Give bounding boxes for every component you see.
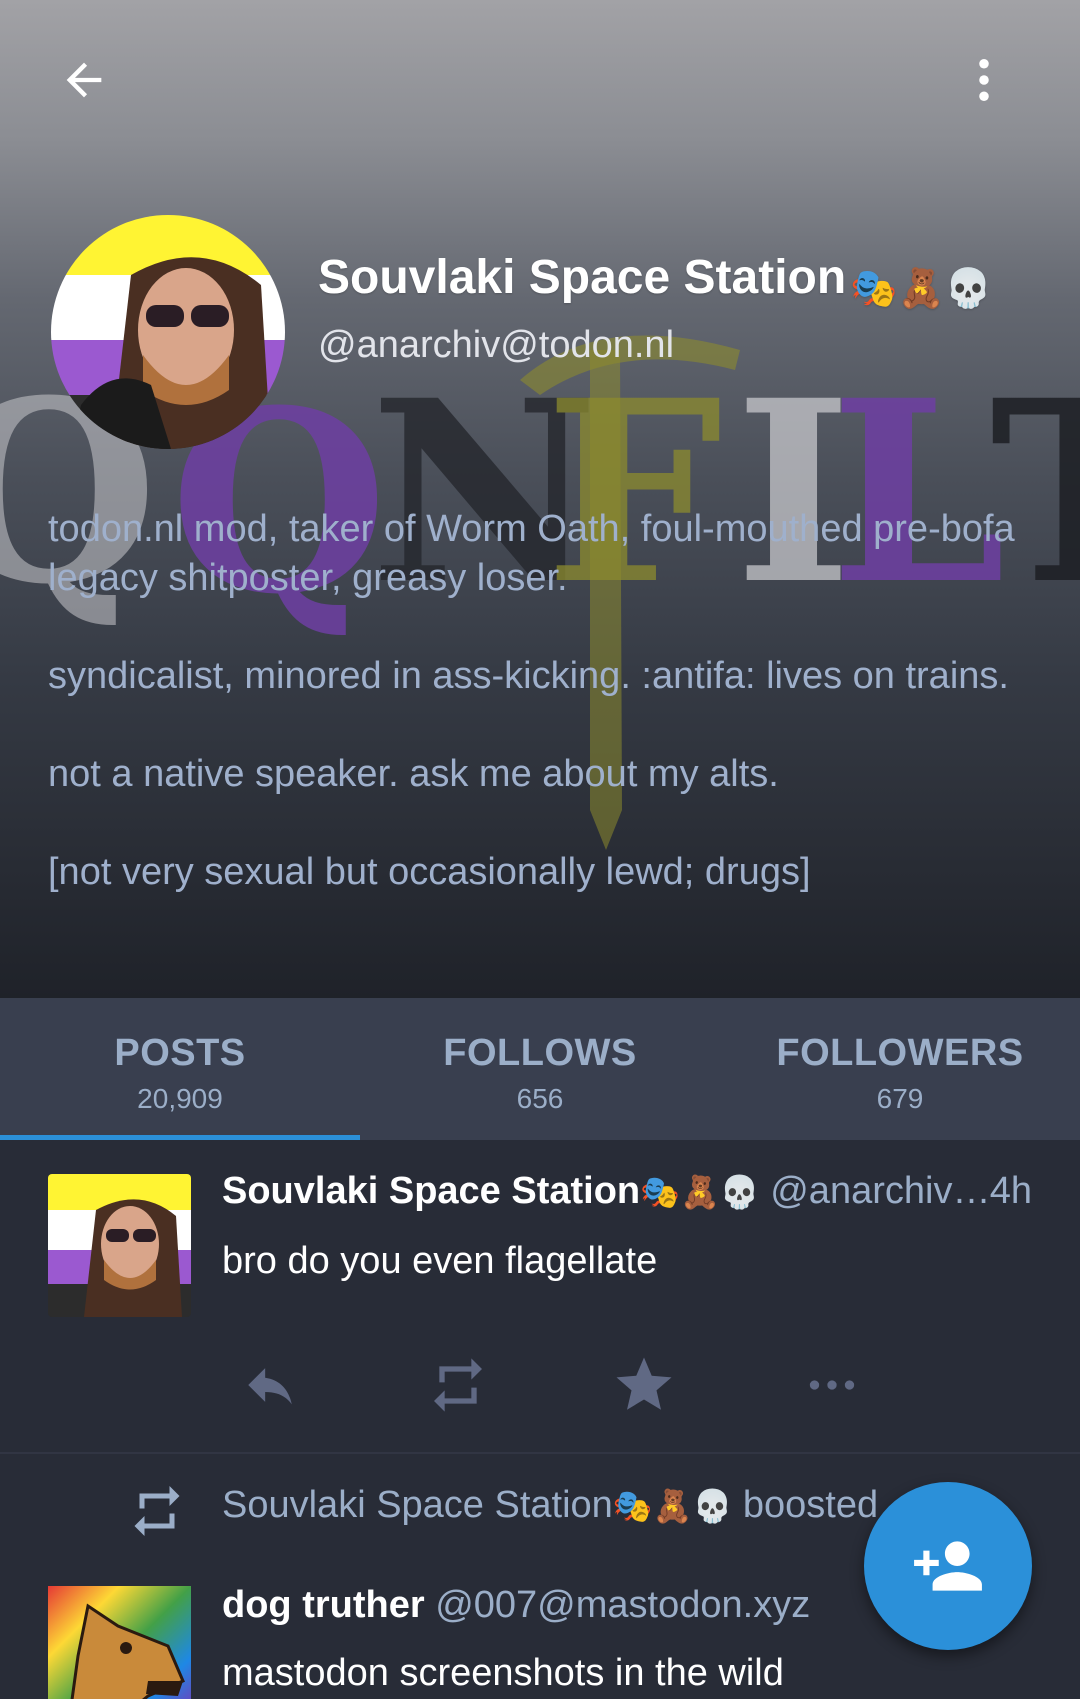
tab-followers[interactable]: FOLLOWERS 679 <box>720 998 1080 1140</box>
avatar-image <box>48 1586 191 1699</box>
status-content: mastodon screenshots in the wild <box>222 1652 784 1694</box>
status-actions <box>222 1340 1032 1430</box>
boost-button[interactable] <box>410 1340 506 1430</box>
status-item[interactable]: Souvlaki Space Station🎭🧸💀 @anarchiv… 4h … <box>0 1140 1080 1454</box>
more-horizontal-icon <box>809 1380 855 1390</box>
boost-text: Souvlaki Space Station🎭🧸💀 boosted <box>222 1484 878 1527</box>
status-author-name[interactable]: Souvlaki Space Station <box>222 1170 640 1212</box>
status-header: Souvlaki Space Station🎭🧸💀 @anarchiv… 4h <box>222 1170 1032 1222</box>
profile-screen: Q Q N F I L T <box>0 0 1080 1699</box>
reply-button[interactable] <box>222 1340 318 1430</box>
boost-icon <box>434 1358 482 1412</box>
followers-count: 679 <box>876 1083 924 1114</box>
avatar-image <box>51 215 285 449</box>
tab-posts[interactable]: POSTS 20,909 <box>0 998 360 1140</box>
status-avatar[interactable] <box>48 1174 191 1317</box>
posts-label: POSTS <box>114 1032 246 1074</box>
name-emoji: 🎭🧸💀 <box>640 1174 760 1210</box>
name-emoji: 🎭🧸💀 <box>850 268 993 310</box>
follow-button[interactable] <box>864 1482 1032 1650</box>
profile-handle[interactable]: @anarchiv@todon.nl <box>318 324 674 367</box>
bio-paragraph: [not very sexual but occasionally lewd; … <box>48 851 811 893</box>
status-timestamp: 4h <box>989 1170 1032 1212</box>
reply-icon <box>248 1368 292 1405</box>
profile-bio: todon.nl mod, taker of Worm Oath, foul-m… <box>48 505 1038 897</box>
bio-paragraph: syndicalist, minored in ass-kicking. :an… <box>48 655 1009 697</box>
tab-follows[interactable]: FOLLOWS 656 <box>360 998 720 1140</box>
display-name-text: Souvlaki Space Station <box>318 251 847 304</box>
more-vertical-icon <box>979 58 989 102</box>
more-options-button[interactable] <box>938 38 1030 122</box>
status-content: bro do you even flagellate <box>222 1240 658 1282</box>
profile-avatar[interactable] <box>51 215 285 449</box>
profile-stats-tabs: POSTS 20,909 FOLLOWS 656 FOLLOWERS 679 <box>0 998 1080 1140</box>
more-actions-button[interactable] <box>784 1340 880 1430</box>
booster-name[interactable]: Souvlaki Space Station <box>222 1484 613 1526</box>
status-author-handle[interactable]: @anarchiv… <box>770 1170 990 1212</box>
boost-suffix: boosted <box>742 1484 879 1526</box>
bio-paragraph: not a native speaker. ask me about my al… <box>48 753 779 795</box>
follows-count: 656 <box>516 1083 564 1114</box>
favourite-button[interactable] <box>596 1340 692 1430</box>
posts-count: 20,909 <box>137 1083 223 1114</box>
follows-label: FOLLOWS <box>443 1032 637 1074</box>
status-avatar[interactable] <box>48 1586 191 1699</box>
boost-indicator <box>122 1476 192 1546</box>
profile-display-name: Souvlaki Space Station 🎭🧸💀 <box>318 250 992 311</box>
person-add-icon <box>914 1541 982 1591</box>
name-emoji: 🎭🧸💀 <box>612 1488 733 1524</box>
status-author-handle[interactable]: @007@mastodon.xyz <box>435 1584 810 1626</box>
star-icon <box>616 1357 672 1410</box>
bio-paragraph: todon.nl mod, taker of Worm Oath, foul-m… <box>48 508 1015 599</box>
boost-icon <box>134 1486 180 1536</box>
status-author-name[interactable]: dog truther <box>222 1584 425 1626</box>
avatar-image <box>48 1174 191 1317</box>
followers-label: FOLLOWERS <box>776 1032 1024 1074</box>
profile-header: Q Q N F I L T <box>0 0 1080 998</box>
back-button[interactable] <box>38 38 130 122</box>
arrow-left-icon <box>66 62 102 98</box>
